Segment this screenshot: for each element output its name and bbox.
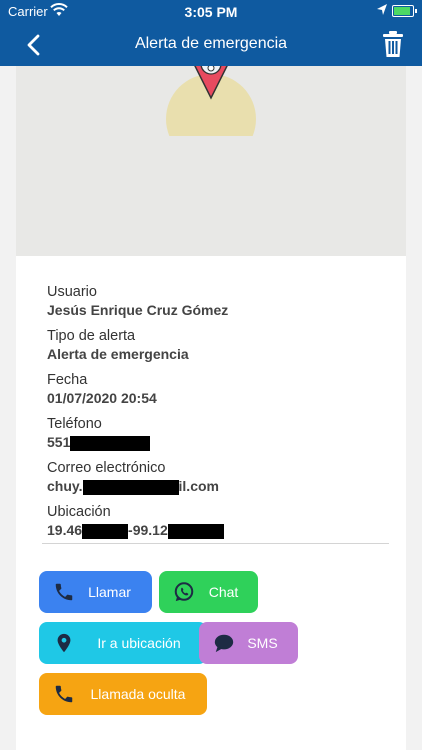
detail-correo: Correo electrónico chuy. il.com — [47, 459, 387, 503]
top-bar: Carrier 3:05 PM Alerta de emergencia — [0, 0, 422, 66]
usuario-value: Jesús Enrique Cruz Gómez — [47, 302, 229, 318]
detail-ubicacion: Ubicación 19.46 -99.12 — [47, 503, 387, 547]
go-to-location-button[interactable]: Ir a ubicación — [39, 622, 207, 664]
fecha-value: 01/07/2020 20:54 — [47, 390, 157, 406]
fecha-label: Fecha — [47, 372, 88, 388]
correo-suffix: il.com — [178, 478, 219, 494]
hidden-call-button[interactable]: Llamada oculta — [39, 673, 207, 715]
telefono-label: Teléfono — [47, 416, 102, 432]
location-arrow-icon — [377, 4, 387, 15]
tipo-alerta-value: Alerta de emergencia — [47, 346, 189, 362]
telefono-prefix: 551 — [47, 434, 71, 450]
alert-card: Usuario Jesús Enrique Cruz Gómez Tipo de… — [16, 66, 406, 750]
detail-usuario: Usuario Jesús Enrique Cruz Gómez — [47, 283, 387, 327]
redaction-bar — [82, 479, 179, 495]
telefono-value[interactable]: 551 — [47, 433, 387, 451]
sms-label: SMS — [247, 635, 278, 651]
correo-prefix: chuy. — [47, 478, 83, 494]
alert-details: Usuario Jesús Enrique Cruz Gómez Tipo de… — [47, 283, 387, 547]
ubicacion-value[interactable]: 19.46 -99.12 — [47, 521, 387, 539]
redaction-bar — [167, 523, 224, 539]
chat-button[interactable]: Chat — [159, 571, 258, 613]
ubicacion-lat-prefix: 19.46 — [47, 522, 83, 538]
correo-label: Correo electrónico — [47, 460, 166, 476]
ubicacion-lng-prefix: -99.12 — [128, 522, 168, 538]
usuario-label: Usuario — [47, 284, 97, 300]
delete-button[interactable] — [382, 30, 404, 58]
ubicacion-label: Ubicación — [47, 504, 111, 520]
page-title: Alerta de emergencia — [134, 35, 288, 52]
redaction-bar — [70, 435, 151, 451]
go-to-location-label: Ir a ubicación — [97, 635, 181, 651]
navigation-bar: Alerta de emergencia — [0, 24, 422, 66]
detail-fecha: Fecha 01/07/2020 20:54 — [47, 371, 387, 415]
battery-icon — [392, 5, 417, 17]
clock: 3:05 PM — [184, 4, 238, 20]
tipo-alerta-label: Tipo de alerta — [47, 328, 136, 344]
status-bar: Carrier 3:05 PM — [0, 0, 422, 24]
call-button[interactable]: Llamar — [39, 571, 152, 613]
detail-telefono: Teléfono 551 — [47, 415, 387, 459]
divider — [42, 543, 389, 544]
detail-tipo-alerta: Tipo de alerta Alerta de emergencia — [47, 327, 387, 371]
chat-label: Chat — [208, 584, 239, 600]
map-pin-icon — [194, 66, 228, 100]
sms-button[interactable]: SMS — [199, 622, 298, 664]
map-view[interactable] — [16, 66, 406, 256]
correo-value[interactable]: chuy. il.com — [47, 477, 387, 495]
call-label: Llamar — [88, 584, 131, 600]
redaction-bar — [82, 523, 129, 539]
hidden-call-label: Llamada oculta — [90, 686, 186, 702]
